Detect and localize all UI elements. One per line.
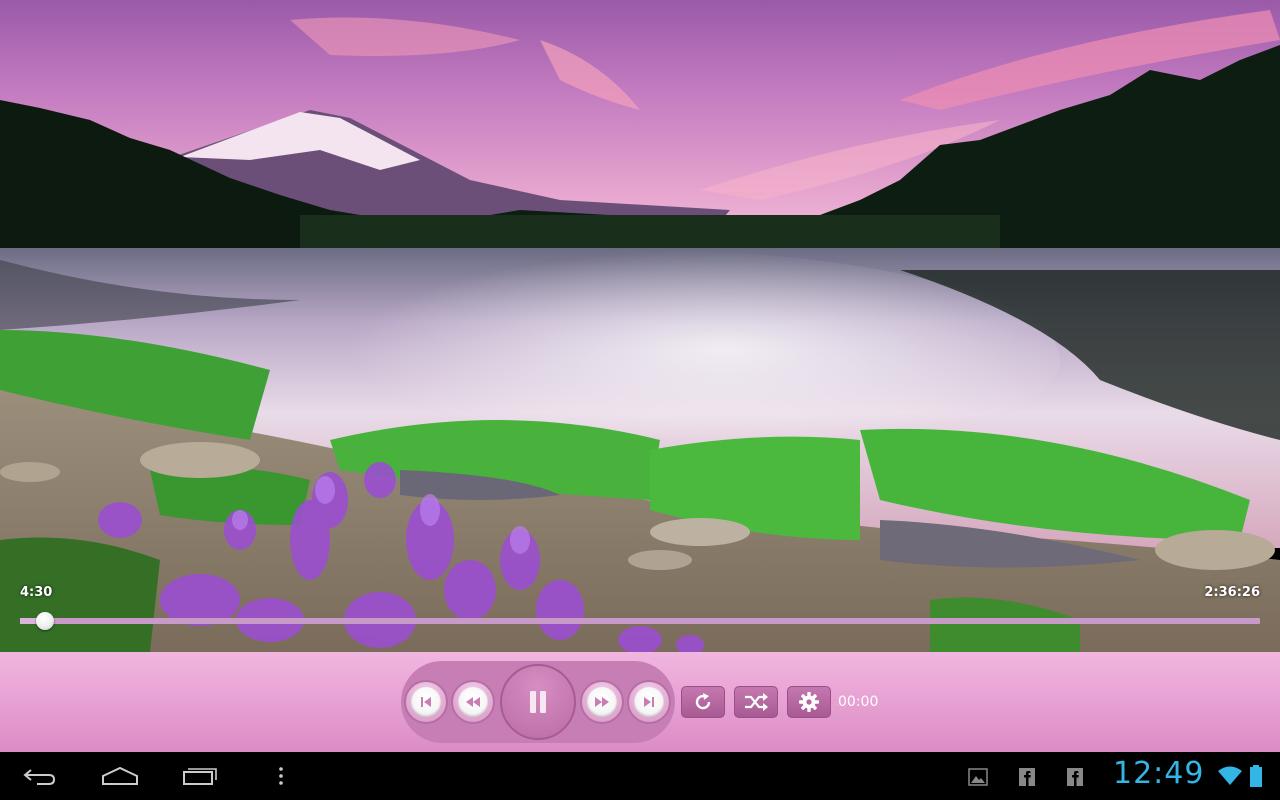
home-button[interactable] (96, 752, 144, 800)
settings-button[interactable] (787, 686, 831, 718)
home-icon (102, 766, 138, 785)
gear-icon (799, 692, 819, 712)
next-button[interactable] (627, 680, 671, 724)
previous-button[interactable] (404, 680, 448, 724)
system-navigation-bar (0, 752, 1280, 800)
skip-previous-icon (411, 687, 441, 717)
status-clock[interactable]: 12:49 (1113, 756, 1204, 791)
recents-button[interactable] (176, 752, 224, 800)
pause-button[interactable] (500, 664, 576, 740)
repeat-icon (695, 693, 711, 710)
control-bar-time: 00:00 (838, 694, 879, 710)
seek-thumb[interactable] (35, 612, 54, 630)
fast-forward-icon (587, 687, 617, 717)
shuffle-icon (745, 693, 768, 711)
wifi-icon[interactable] (1217, 766, 1243, 786)
back-icon (23, 769, 56, 785)
rewind-button[interactable] (451, 680, 495, 724)
back-button[interactable] (16, 752, 64, 800)
seek-bar[interactable] (20, 612, 1260, 630)
menu-icon (279, 767, 283, 785)
landscape-image (0, 0, 1280, 652)
recents-icon (183, 768, 217, 785)
menu-button[interactable] (266, 752, 296, 800)
repeat-button[interactable] (681, 686, 725, 718)
fast-forward-button[interactable] (580, 680, 624, 724)
shuffle-button[interactable] (734, 686, 778, 718)
gallery-icon[interactable] (968, 768, 988, 786)
facebook-icon[interactable] (1017, 768, 1037, 786)
battery-icon[interactable] (1249, 765, 1263, 787)
pause-icon (530, 691, 546, 713)
total-duration: 2:36:26 (1204, 585, 1260, 600)
video-frame[interactable] (0, 0, 1280, 652)
skip-next-icon (634, 687, 664, 717)
rewind-icon (458, 687, 488, 717)
elapsed-time: 4:30 (20, 585, 53, 600)
facebook-icon[interactable] (1065, 768, 1085, 786)
